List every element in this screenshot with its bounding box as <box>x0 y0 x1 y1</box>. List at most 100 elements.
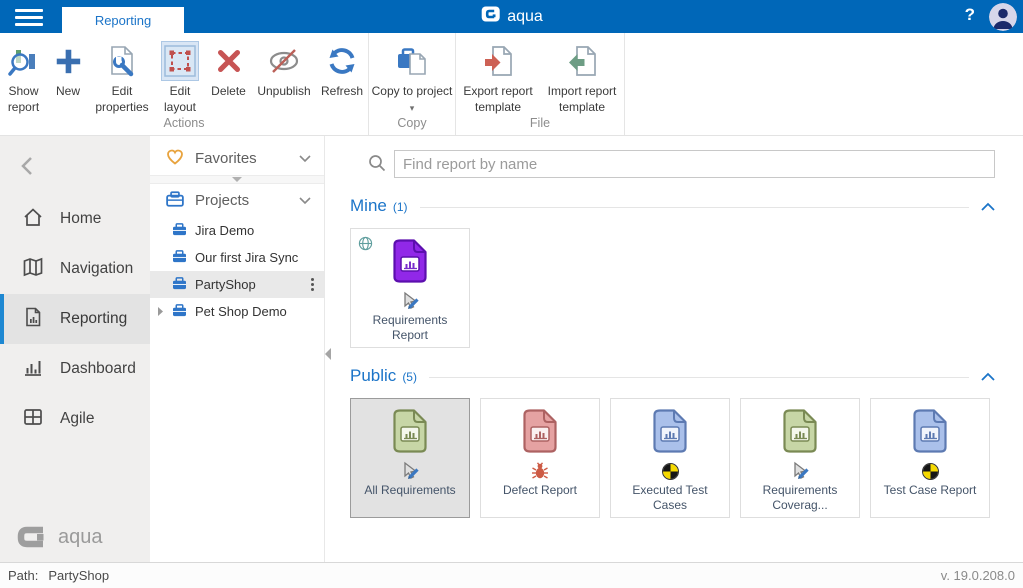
public-cards: All Requirements <box>350 398 995 518</box>
sidebar-item-label: Reporting <box>60 310 127 328</box>
import-report-icon <box>566 41 598 81</box>
reports-main-panel: Mine (1) <box>325 136 1023 562</box>
tree-item-label: PartyShop <box>195 277 256 292</box>
report-card-defect-report[interactable]: Defect Report <box>480 398 600 518</box>
version-label: v. 19.0.208.0 <box>941 568 1015 583</box>
titlebar: Reporting aqua ? <box>0 0 1023 33</box>
section-title: Mine <box>350 196 387 216</box>
new-label: New <box>56 84 80 100</box>
briefcase-icon <box>172 250 187 266</box>
report-card-label: Requirements Coverag... <box>741 483 859 513</box>
delete-label: Delete <box>211 84 246 100</box>
help-button[interactable]: ? <box>965 5 975 25</box>
app-window: Reporting aqua ? <box>0 0 1023 588</box>
edit-properties-button[interactable]: Edit properties <box>89 33 155 115</box>
show-report-label: Show report <box>0 84 47 115</box>
sidebar-item-navigation[interactable]: Navigation <box>0 244 150 294</box>
sidebar-item-home[interactable]: Home <box>0 194 150 244</box>
briefcase-icon <box>166 191 184 211</box>
panel-splitter[interactable] <box>150 175 324 184</box>
search-row <box>350 150 995 178</box>
import-report-template-button[interactable]: Import report template <box>540 33 624 115</box>
unpublish-label: Unpublish <box>257 84 310 100</box>
section-count: (1) <box>393 200 408 214</box>
tree-item-our-first-jira-sync[interactable]: Our first Jira Sync <box>150 244 324 271</box>
export-report-template-button[interactable]: Export report template <box>456 33 540 115</box>
globe-icon <box>358 236 373 254</box>
report-card-requirements-report[interactable]: Requirements Report <box>350 228 470 348</box>
expander-triangle-icon[interactable] <box>158 304 163 319</box>
splitter-triangle-icon <box>232 177 242 182</box>
chevron-up-icon[interactable] <box>981 369 995 384</box>
refresh-arrows-icon <box>326 41 358 81</box>
copy-to-project-button[interactable]: Copy to project ▾ <box>369 33 455 115</box>
tree-item-label: Our first Jira Sync <box>195 250 298 265</box>
export-report-template-label: Export report template <box>456 84 540 115</box>
sidebar-item-label: Navigation <box>60 260 133 278</box>
edit-layout-button[interactable]: Edit layout <box>155 33 205 115</box>
ribbon-group-copy: Copy to project ▾ Copy <box>369 33 456 135</box>
path-value: PartyShop <box>48 568 109 583</box>
test-quadrant-icon <box>663 460 678 482</box>
report-card-label: Defect Report <box>499 483 581 498</box>
item-menu-kebab-icon[interactable] <box>311 278 314 291</box>
heart-icon <box>166 148 184 169</box>
chevron-up-icon[interactable] <box>981 199 995 214</box>
tab-reporting[interactable]: Reporting <box>62 7 184 33</box>
show-report-button[interactable]: Show report <box>0 33 47 115</box>
unpublish-button[interactable]: Unpublish <box>252 33 316 100</box>
sidebar-item-label: Dashboard <box>60 360 136 378</box>
grid-icon <box>22 406 44 433</box>
copy-to-project-icon <box>396 41 428 81</box>
bar-chart-icon <box>22 356 44 383</box>
home-icon <box>22 206 44 233</box>
sidebar-item-label: Agile <box>60 410 94 428</box>
chevron-down-icon <box>299 192 311 209</box>
delete-x-icon <box>214 41 244 81</box>
report-document-icon <box>653 409 687 456</box>
projects-header[interactable]: Projects <box>150 184 324 217</box>
section-count: (5) <box>402 370 417 384</box>
tree-item-pet-shop-demo[interactable]: Pet Shop Demo <box>150 298 324 325</box>
import-report-template-label: Import report template <box>540 84 624 115</box>
projects-label: Projects <box>195 192 249 209</box>
report-card-executed-test-cases[interactable]: Executed Test Cases <box>610 398 730 518</box>
briefcase-icon <box>172 304 187 320</box>
requirement-edit-icon <box>400 290 420 312</box>
sidebar-item-agile[interactable]: Agile <box>0 394 150 444</box>
sidebar-item-dashboard[interactable]: Dashboard <box>0 344 150 394</box>
search-input[interactable] <box>394 150 995 178</box>
panel-collapse-arrow-icon[interactable] <box>325 348 331 360</box>
briefcase-icon <box>172 223 187 239</box>
ribbon-toolbar: Show report New <box>0 33 1023 136</box>
sidebar-collapse-button[interactable] <box>0 144 150 188</box>
refresh-button[interactable]: Refresh <box>316 33 368 100</box>
new-button[interactable]: New <box>47 33 89 100</box>
chevron-down-icon <box>299 150 311 167</box>
requirement-edit-icon <box>790 460 810 482</box>
tree-item-label: Jira Demo <box>195 223 254 238</box>
status-bar: Path: PartyShop v. 19.0.208.0 <box>0 562 1023 588</box>
export-report-icon <box>482 41 514 81</box>
sidebar-item-label: Home <box>60 210 101 228</box>
user-avatar[interactable] <box>989 3 1017 31</box>
delete-button[interactable]: Delete <box>205 33 252 100</box>
tree-panel: Favorites Projects <box>150 136 325 562</box>
report-card-all-requirements[interactable]: All Requirements <box>350 398 470 518</box>
edit-layout-icon <box>161 41 199 81</box>
aqua-footer-logo-icon <box>16 524 50 550</box>
ribbon-group-file-label: File <box>456 116 624 135</box>
dropdown-arrow-icon: ▾ <box>410 103 415 113</box>
favorites-header[interactable]: Favorites <box>150 142 324 175</box>
hamburger-menu-icon[interactable] <box>15 9 45 30</box>
report-card-requirements-coverage[interactable]: Requirements Coverag... <box>740 398 860 518</box>
tree-item-partyshop[interactable]: PartyShop <box>150 271 324 298</box>
aqua-footer-logo: aqua <box>16 524 103 550</box>
tree-item-jira-demo[interactable]: Jira Demo <box>150 217 324 244</box>
sidebar-item-reporting[interactable]: Reporting <box>0 294 150 344</box>
report-card-test-case-report[interactable]: Test Case Report <box>870 398 990 518</box>
content-area: Home Navigation <box>0 136 1023 562</box>
search-icon <box>368 154 386 175</box>
path-label: Path: <box>8 568 38 583</box>
section-title: Public <box>350 366 396 386</box>
